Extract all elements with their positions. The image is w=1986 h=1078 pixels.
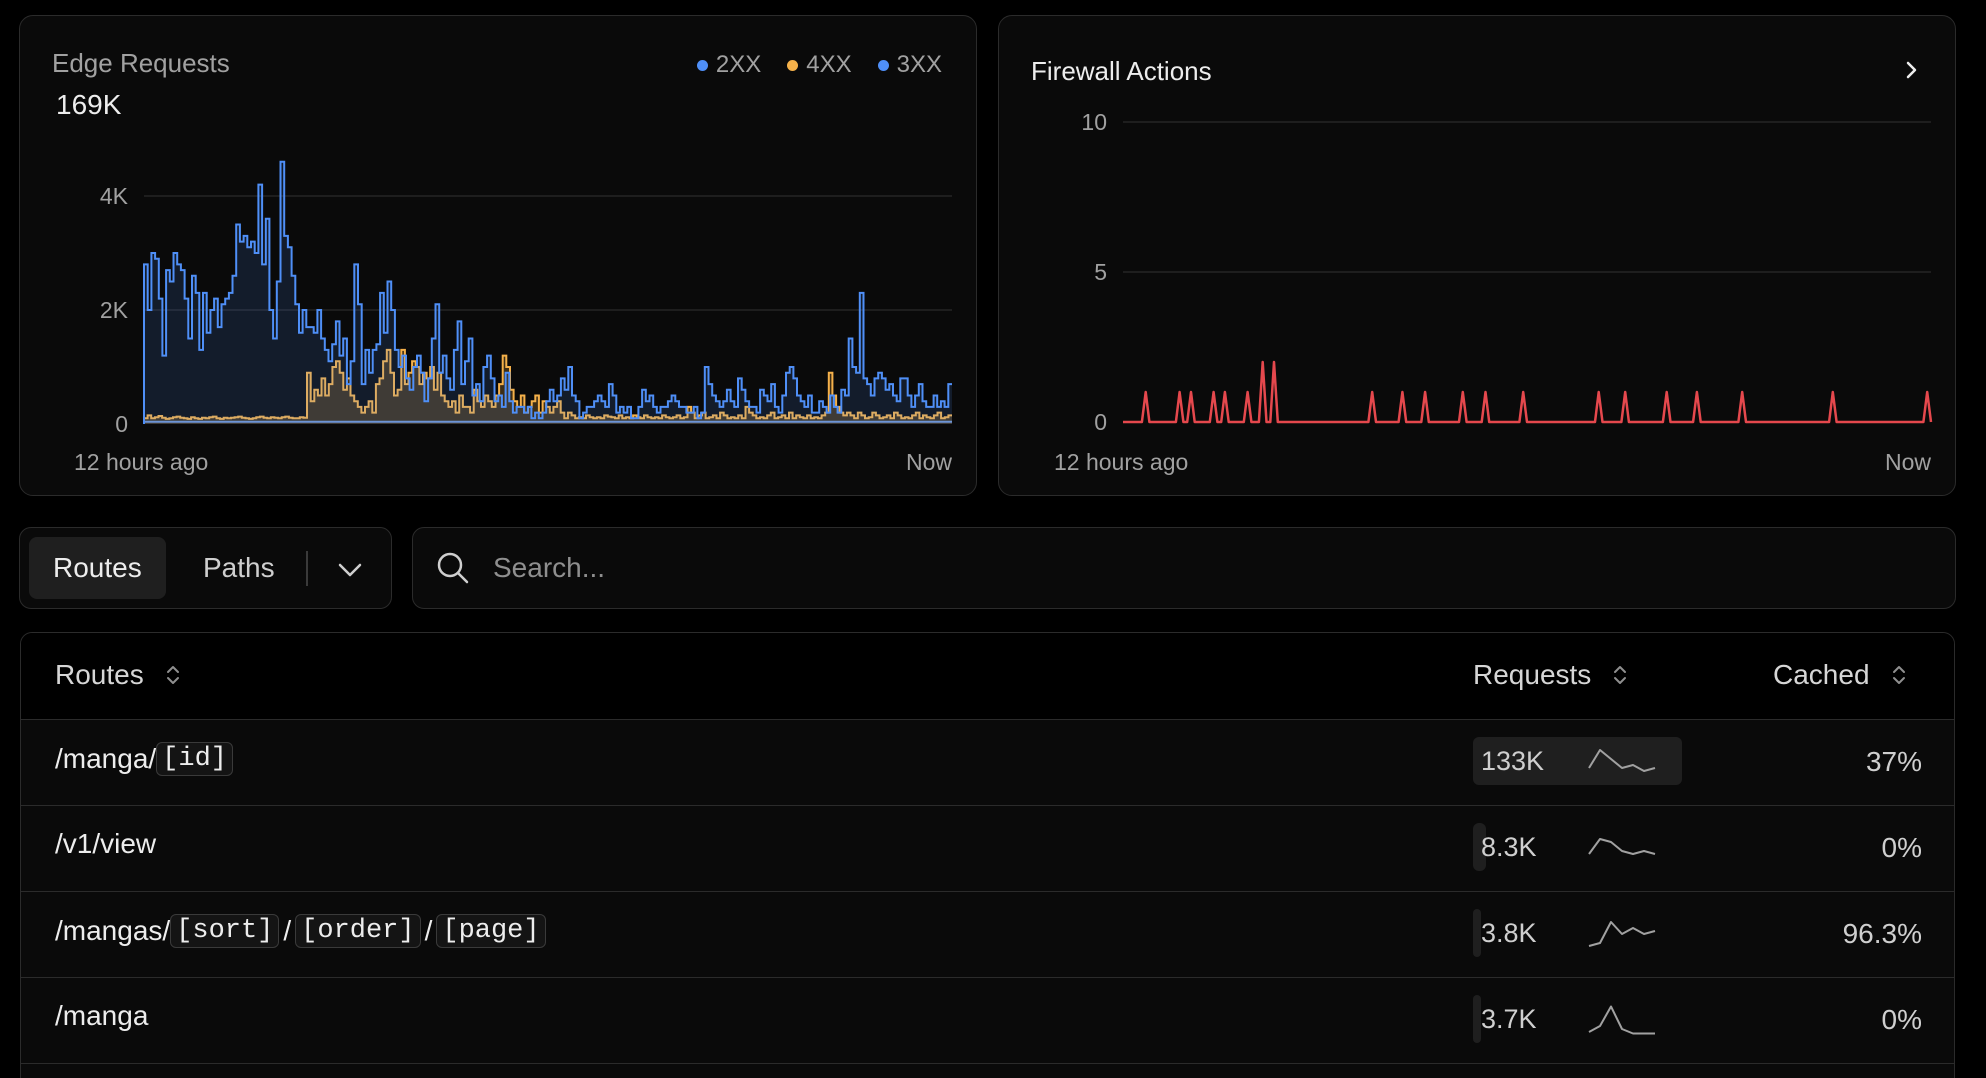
fw-series-group [1123, 360, 1933, 424]
tab-paths[interactable]: Paths [179, 537, 299, 599]
requests-sparkline [1588, 1005, 1655, 1035]
y-tick-4k: 4K [100, 183, 129, 209]
fw-y-tick-5: 5 [1094, 259, 1107, 285]
route-param-segment: [order] [295, 914, 421, 948]
requests-cell: 3.7K [1473, 995, 1699, 1043]
cached-value: 96.3% [1842, 918, 1922, 949]
tab-divider [306, 551, 308, 586]
column-header-cached[interactable]: Cached [1773, 659, 1908, 691]
fw-y-tick-0: 0 [1094, 409, 1107, 435]
fw-x-label-end: Now [1885, 449, 1931, 475]
route-cell: /manga [55, 1000, 148, 1032]
tab-routes[interactable]: Routes [29, 537, 166, 599]
search-box[interactable] [412, 527, 1956, 609]
route-prefix: /manga/ [55, 743, 157, 774]
sort-icon [166, 666, 179, 684]
requests-sparkline [1588, 838, 1656, 855]
cached-value: 37% [1865, 746, 1922, 777]
search-input[interactable] [493, 538, 1913, 598]
requests-sparkline [1588, 921, 1656, 947]
chevron-down-icon[interactable] [330, 550, 370, 590]
route-param-segment: [page] [436, 914, 546, 948]
route-param-segment: [sort] [170, 914, 280, 948]
sparkline-path [1588, 838, 1656, 855]
requests-value: 3.8K [1481, 918, 1537, 948]
y-tick-0: 0 [115, 411, 128, 437]
table-header: Routes Requests Cached [21, 633, 1954, 720]
cached-value: 0% [1881, 1004, 1922, 1035]
sort-icon [1614, 666, 1627, 684]
column-label-cached: Cached [1773, 659, 1870, 690]
requests-value: 8.3K [1481, 832, 1537, 862]
route-prefix: /v1/view [55, 828, 157, 859]
table-row[interactable]: /mangas/[sort] / [order] / [page] 3.8K 96.3% [21, 892, 1954, 978]
route-prefix: /mangas/ [55, 915, 171, 946]
table-row[interactable]: /manga 3.7K 0% [21, 978, 1954, 1064]
firewall-series-line [1123, 360, 1933, 424]
fw-x-label-start: 12 hours ago [1054, 449, 1188, 475]
column-label-routes: Routes [55, 659, 144, 690]
requests-cell: 3.8K [1473, 909, 1699, 957]
column-header-routes[interactable]: Routes [55, 659, 182, 691]
column-header-requests[interactable]: Requests [1473, 659, 1629, 691]
y-tick-2k: 2K [100, 297, 129, 323]
requests-cell: 8.3K [1473, 823, 1699, 871]
column-label-requests: Requests [1473, 659, 1592, 690]
route-cell: /v1/view [55, 828, 156, 860]
table-row[interactable]: /manga/[id] 133K 37% [21, 720, 1954, 806]
route-separator: / [283, 915, 292, 946]
routes-table: Routes Requests Cached /manga/[id] 133K 37… [20, 632, 1955, 1078]
route-prefix: /manga [55, 1000, 149, 1031]
x-label-end: Now [906, 449, 952, 475]
edge-series-group [143, 160, 952, 425]
requests-cell: 133K [1473, 737, 1699, 785]
edge-requests-chart[interactable]: 4K 2K 0 12 hours ago Now [20, 16, 978, 497]
fw-y-tick-10: 10 [1081, 109, 1107, 135]
route-separator: / [424, 915, 433, 946]
cached-value: 0% [1881, 832, 1922, 863]
route-cell: /manga/[id] [55, 742, 233, 776]
sparkline-path [1588, 749, 1656, 772]
requests-value: 133K [1481, 746, 1545, 776]
search-icon [437, 552, 469, 584]
sparkline-path [1588, 921, 1656, 947]
x-label-start: 12 hours ago [74, 449, 208, 475]
firewall-actions-chart[interactable]: 10 5 0 12 hours ago Now [999, 16, 1957, 497]
view-tabs: Routes Paths [19, 527, 392, 609]
firewall-actions-card: Firewall Actions 10 5 0 12 hours ago Now [998, 15, 1956, 496]
requests-value: 3.7K [1481, 1004, 1537, 1034]
sort-icon [1892, 666, 1905, 684]
edge-requests-card: Edge Requests 169K 2XX 4XX 3XX 4K 2K 0 1… [19, 15, 977, 496]
sparkline-path [1588, 1005, 1655, 1035]
requests-sparkline [1588, 749, 1656, 772]
requests-share-bar [1473, 909, 1481, 957]
route-cell: /mangas/[sort] / [order] / [page] [55, 914, 546, 948]
route-param-segment: [id] [156, 742, 233, 776]
requests-share-bar [1473, 995, 1481, 1043]
table-row[interactable]: /v1/view 8.3K 0% [21, 806, 1954, 892]
